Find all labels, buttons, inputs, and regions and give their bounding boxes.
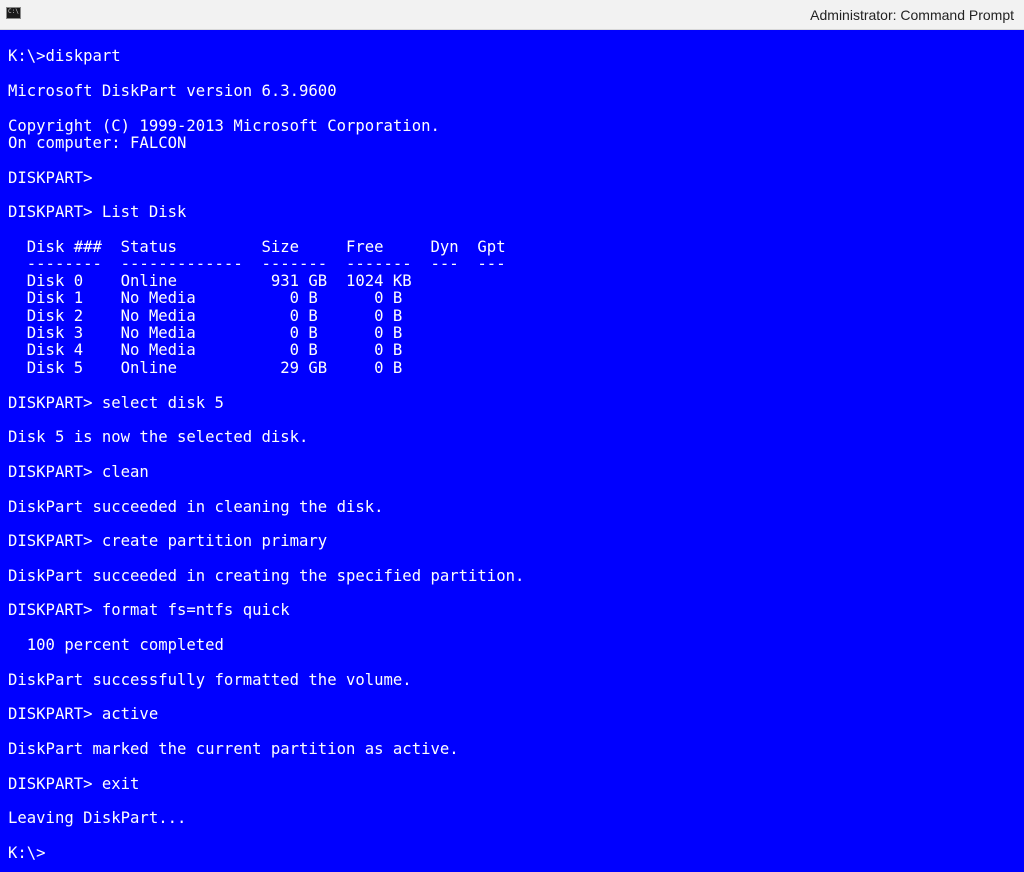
disk-table-row: Disk 4 No Media 0 B 0 B <box>8 341 403 359</box>
command-prompt-line[interactable]: K:\> <box>8 844 46 862</box>
console-line: DISKPART> active <box>8 705 159 723</box>
console-line: DISKPART> clean <box>8 463 149 481</box>
console-line: Copyright (C) 1999-2013 Microsoft Corpor… <box>8 117 440 135</box>
console-line: DISKPART> List Disk <box>8 203 187 221</box>
disk-table-row: Disk 0 Online 931 GB 1024 KB <box>8 272 412 290</box>
console-line: DISKPART> create partition primary <box>8 532 328 550</box>
console-output[interactable]: K:\>diskpart Microsoft DiskPart version … <box>0 30 1024 872</box>
console-line: DiskPart succeeded in creating the speci… <box>8 567 525 585</box>
console-line: Disk 5 is now the selected disk. <box>8 428 309 446</box>
disk-table-row: Disk 3 No Media 0 B 0 B <box>8 324 403 342</box>
console-line: DISKPART> exit <box>8 775 140 793</box>
console-line: DISKPART> format fs=ntfs quick <box>8 601 290 619</box>
console-line: DiskPart successfully formatted the volu… <box>8 671 412 689</box>
disk-table-header: Disk ### Status Size Free Dyn Gpt <box>8 238 506 256</box>
cmd-icon-glyph: C:\ <box>8 8 19 15</box>
console-line: 100 percent completed <box>8 636 224 654</box>
console-line: DiskPart succeeded in cleaning the disk. <box>8 498 384 516</box>
console-line: Leaving DiskPart... <box>8 809 187 827</box>
console-line: K:\>diskpart <box>8 47 121 65</box>
window-title: Administrator: Command Prompt <box>810 7 1014 23</box>
console-line: Microsoft DiskPart version 6.3.9600 <box>8 82 337 100</box>
disk-table-row: Disk 2 No Media 0 B 0 B <box>8 307 403 325</box>
console-line: On computer: FALCON <box>8 134 187 152</box>
console-line: DISKPART> select disk 5 <box>8 394 224 412</box>
title-bar[interactable]: C:\ Administrator: Command Prompt <box>0 0 1024 30</box>
disk-table-row: Disk 1 No Media 0 B 0 B <box>8 289 403 307</box>
disk-table-separator: -------- ------------- ------- ------- -… <box>8 255 506 273</box>
console-line: DiskPart marked the current partition as… <box>8 740 459 758</box>
disk-table-row: Disk 5 Online 29 GB 0 B <box>8 359 403 377</box>
console-line: DISKPART> <box>8 169 93 187</box>
command-prompt-window: C:\ Administrator: Command Prompt K:\>di… <box>0 0 1024 872</box>
cmd-icon[interactable]: C:\ <box>6 7 21 19</box>
